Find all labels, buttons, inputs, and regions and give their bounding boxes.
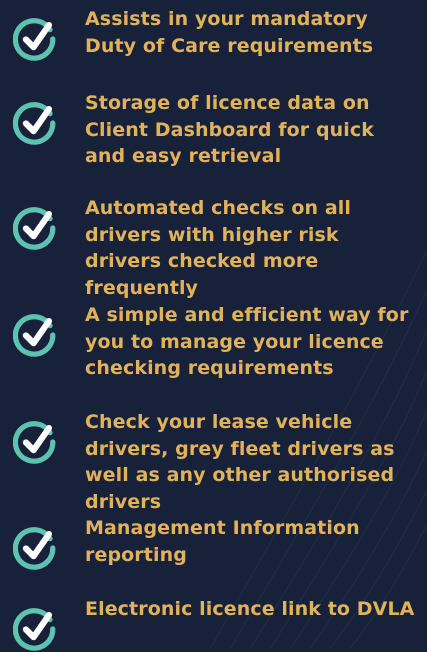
check-circle-icon — [13, 207, 56, 250]
check-circle-icon — [13, 18, 56, 61]
check-circle-icon — [13, 527, 56, 570]
benefit-text: Management Information reporting — [85, 517, 360, 566]
benefit-text: A simple and efficient way for you to ma… — [85, 304, 409, 379]
benefit-text: Storage of licence data on Client Dashbo… — [85, 92, 375, 167]
check-circle-icon — [13, 608, 56, 651]
benefit-text: Automated checks on all drivers with hig… — [85, 197, 352, 299]
benefit-text: Assists in your mandatory Duty of Care r… — [85, 8, 374, 57]
benefit-text: Electronic licence link to DVLA — [85, 598, 415, 620]
check-circle-icon — [13, 314, 56, 357]
benefit-text: Check your lease vehicle drivers, grey f… — [85, 411, 395, 513]
check-circle-icon — [13, 102, 56, 145]
check-circle-icon — [13, 421, 56, 464]
benefit-list: Assists in your mandatory Duty of Care r… — [0, 0, 427, 651]
